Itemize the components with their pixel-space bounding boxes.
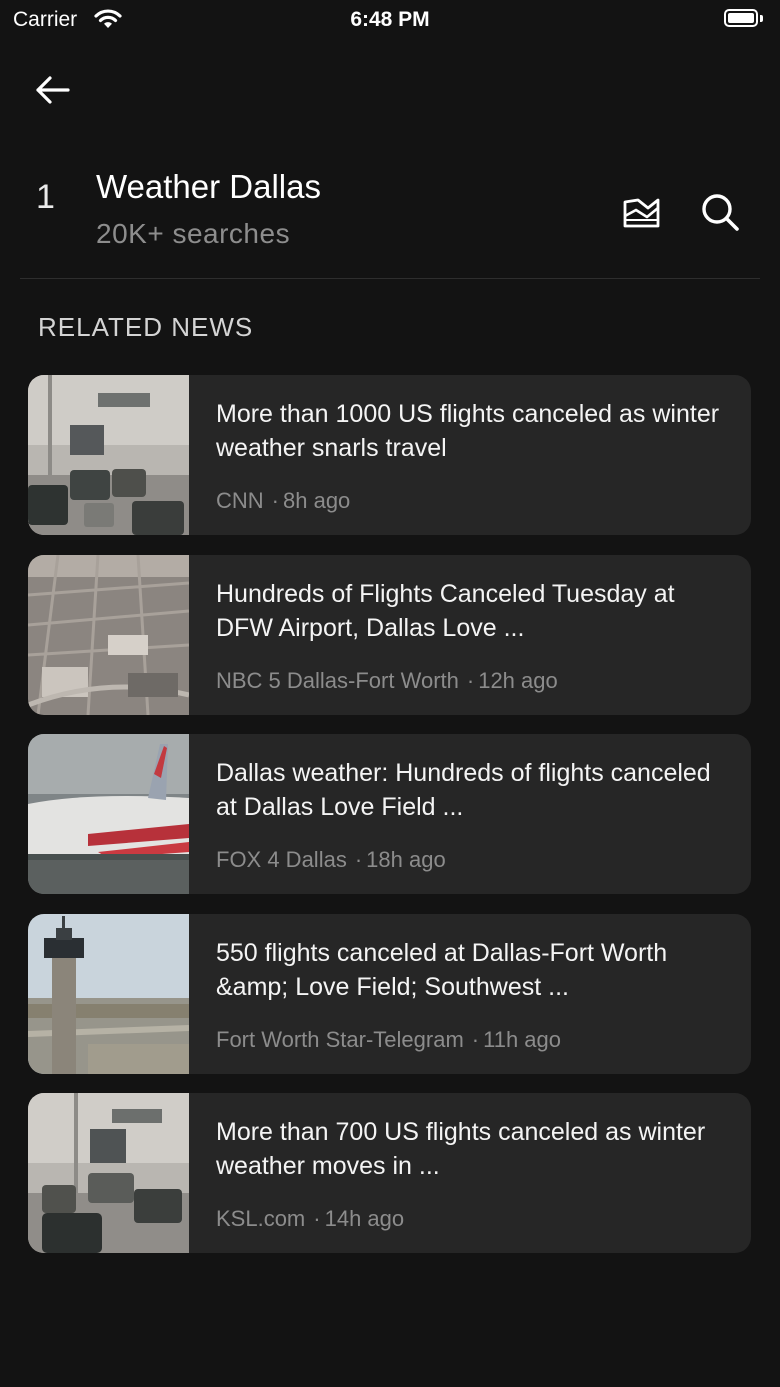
news-meta: FOX 4 Dallas · 18h ago (216, 847, 446, 872)
news-card[interactable]: More than 700 US flights canceled as win… (28, 1093, 751, 1253)
news-meta: KSL.com · 14h ago (216, 1206, 405, 1231)
news-meta: Fort Worth Star-Telegram · 11h ago (216, 1026, 562, 1052)
trend-chart-button[interactable] (620, 190, 664, 234)
news-headline: More than 1000 US flights canceled as wi… (216, 400, 720, 462)
back-button[interactable] (28, 68, 78, 112)
news-card[interactable]: Hundreds of Flights Canceled Tuesday at … (28, 554, 751, 715)
news-source: KSL.com (216, 1206, 306, 1231)
news-time: 14h ago (324, 1206, 405, 1231)
news-source: NBC 5 Dallas-Fort Worth (216, 667, 459, 693)
news-thumbnail (28, 375, 189, 535)
news-time: 8h ago (283, 488, 351, 513)
news-card[interactable]: More than 1000 US flights canceled as wi… (28, 375, 751, 535)
news-headline: Hundreds of Flights Canceled Tuesday at … (216, 579, 675, 642)
news-list: More than 1000 US flights canceled as wi… (28, 375, 751, 1273)
news-thumbnail (28, 734, 189, 894)
news-headline: Dallas weather: Hundreds of flights canc… (216, 759, 711, 821)
news-source: Fort Worth Star-Telegram (216, 1026, 464, 1052)
news-headline: More than 700 US flights canceled as win… (216, 1118, 706, 1180)
news-meta: NBC 5 Dallas-Fort Worth · 12h ago (216, 667, 558, 693)
section-heading: RELATED NEWS (38, 312, 254, 342)
news-meta: CNN · 8h ago (216, 488, 351, 513)
news-time: 12h ago (478, 667, 558, 693)
news-thumbnail (28, 554, 189, 715)
arrow-left-icon (36, 76, 70, 104)
news-source: FOX 4 Dallas (216, 847, 347, 872)
header-divider (20, 278, 760, 279)
page-title: Weather Dallas (96, 168, 321, 205)
status-time: 6:48 PM (350, 8, 430, 31)
news-card[interactable]: Dallas weather: Hundreds of flights canc… (28, 734, 751, 894)
news-thumbnail (28, 913, 189, 1074)
news-time: 18h ago (366, 847, 446, 872)
news-thumbnail (28, 1093, 189, 1253)
search-button[interactable] (698, 190, 742, 234)
news-headline: 550 flights canceled at Dallas-Fort Wort… (216, 938, 668, 1001)
news-time: 11h ago (483, 1026, 562, 1052)
news-source: CNN (216, 488, 264, 513)
status-bar: Carrier 6:48 PM (0, 0, 780, 40)
search-count: 20K+ searches (96, 218, 291, 249)
battery-icon (724, 9, 764, 29)
trend-rank: 1 (36, 178, 55, 216)
trend-chart-icon (623, 198, 660, 228)
news-card[interactable]: 550 flights canceled at Dallas-Fort Wort… (28, 913, 751, 1074)
search-icon (702, 194, 739, 231)
